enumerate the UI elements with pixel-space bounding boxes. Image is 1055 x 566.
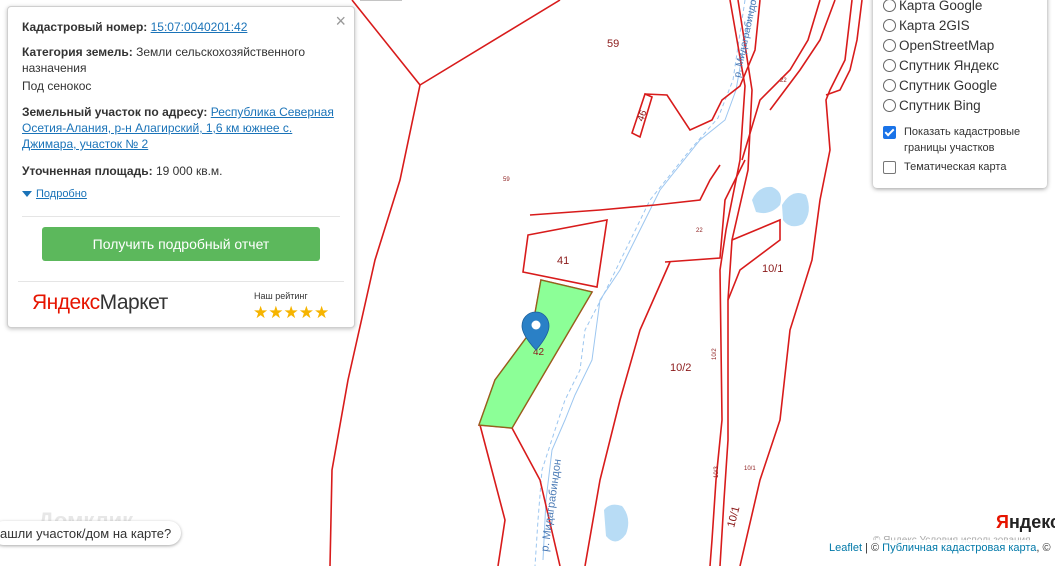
layer-option-2gis[interactable]: Карта 2GIS [883,18,970,33]
layer-option-google-satellite[interactable]: Спутник Google [883,78,997,93]
parcel-label: 10/3 [714,466,720,478]
lake [752,186,781,214]
caret-down-icon [22,191,32,198]
lake [604,504,629,542]
pkk-link[interactable]: Публичная кадастровая карта [882,542,1036,554]
layer-option-google-map[interactable]: Карта Google [883,0,982,13]
address-label: Земельный участок по адресу: [22,105,208,119]
area-value: 19 000 кв.м. [155,164,223,178]
lake [782,192,809,227]
area-row: Уточненная площадь: 19 000 кв.м. [22,163,340,179]
parcel-label: 22 [780,78,787,84]
parcel-label: 10/1 [725,505,742,529]
checkbox-checked[interactable] [883,126,896,139]
layer-option-yandex-satellite[interactable]: Спутник Яндекс [883,58,999,73]
cadastral-borders-toggle[interactable]: Показать кадастровые границы участков [883,124,1033,156]
land-category-label: Категория земель: [22,45,133,59]
parcel-info-popup: × Кадастровый номер: 15:07:0040201:42 Ка… [7,6,355,328]
address-row: Земельный участок по адресу: Республика … [22,104,340,152]
details-link[interactable]: Подробно [36,188,87,200]
parcel-label: 59 [503,177,510,183]
found-property-prompt[interactable]: ашли участок/дом на карте? [0,521,182,545]
cadastral-number-label: Кадастровый номер: [22,20,148,34]
radio-button[interactable] [883,79,896,92]
checkbox-unchecked[interactable] [883,161,896,174]
parcel-label: 10/1 [744,466,756,472]
divider [18,281,344,282]
radio-button[interactable] [883,39,896,52]
yandex-logo: Яндекс [996,512,1055,532]
yandex-market-logo[interactable]: ЯндексМаркет [32,291,168,315]
layer-option-bing-satellite[interactable]: Спутник Bing [883,98,981,113]
radio-button[interactable] [883,99,896,112]
river-name: р. Мидаграбиндон [539,458,564,552]
radio-button[interactable] [883,59,896,72]
leaflet-link[interactable]: Leaflet [829,542,862,554]
radio-button[interactable] [883,19,896,32]
map-attribution: Leaflet | © Публичная кадастровая карта,… [824,540,1055,556]
land-use-value: Под сенокос [22,79,92,93]
parcel-label: 41 [557,255,569,267]
radio-button[interactable] [883,0,896,12]
area-label: Уточненная площадь: [22,164,153,178]
river [534,0,746,566]
parcel-label: 22 [696,228,703,234]
parcel-label: 10/2 [712,348,718,360]
parcel-label: 10/1 [762,263,783,275]
layer-option-osm[interactable]: OpenStreetMap [883,38,994,53]
parcel-label: 59 [607,38,619,50]
parcel-boundaries [329,0,863,566]
rating-stars[interactable]: ★★★★★ [253,303,329,323]
land-category-row: Категория земель: Земли сельскохозяйстве… [22,44,340,76]
thematic-map-toggle[interactable]: Тематическая карта [883,159,1006,175]
get-report-button[interactable]: Получить подробный отчет [42,227,320,261]
cadastral-number-row: Кадастровый номер: 15:07:0040201:42 [22,19,340,35]
layer-switcher: Карта Google Карта 2GIS OpenStreetMap Сп… [873,0,1047,188]
rating-label: Наш рейтинг [254,291,308,301]
details-toggle[interactable]: Подробно [22,188,87,200]
cadastral-number-link[interactable]: 15:07:0040201:42 [151,20,248,34]
divider [22,216,340,217]
parcel-label: 10/2 [670,362,691,374]
